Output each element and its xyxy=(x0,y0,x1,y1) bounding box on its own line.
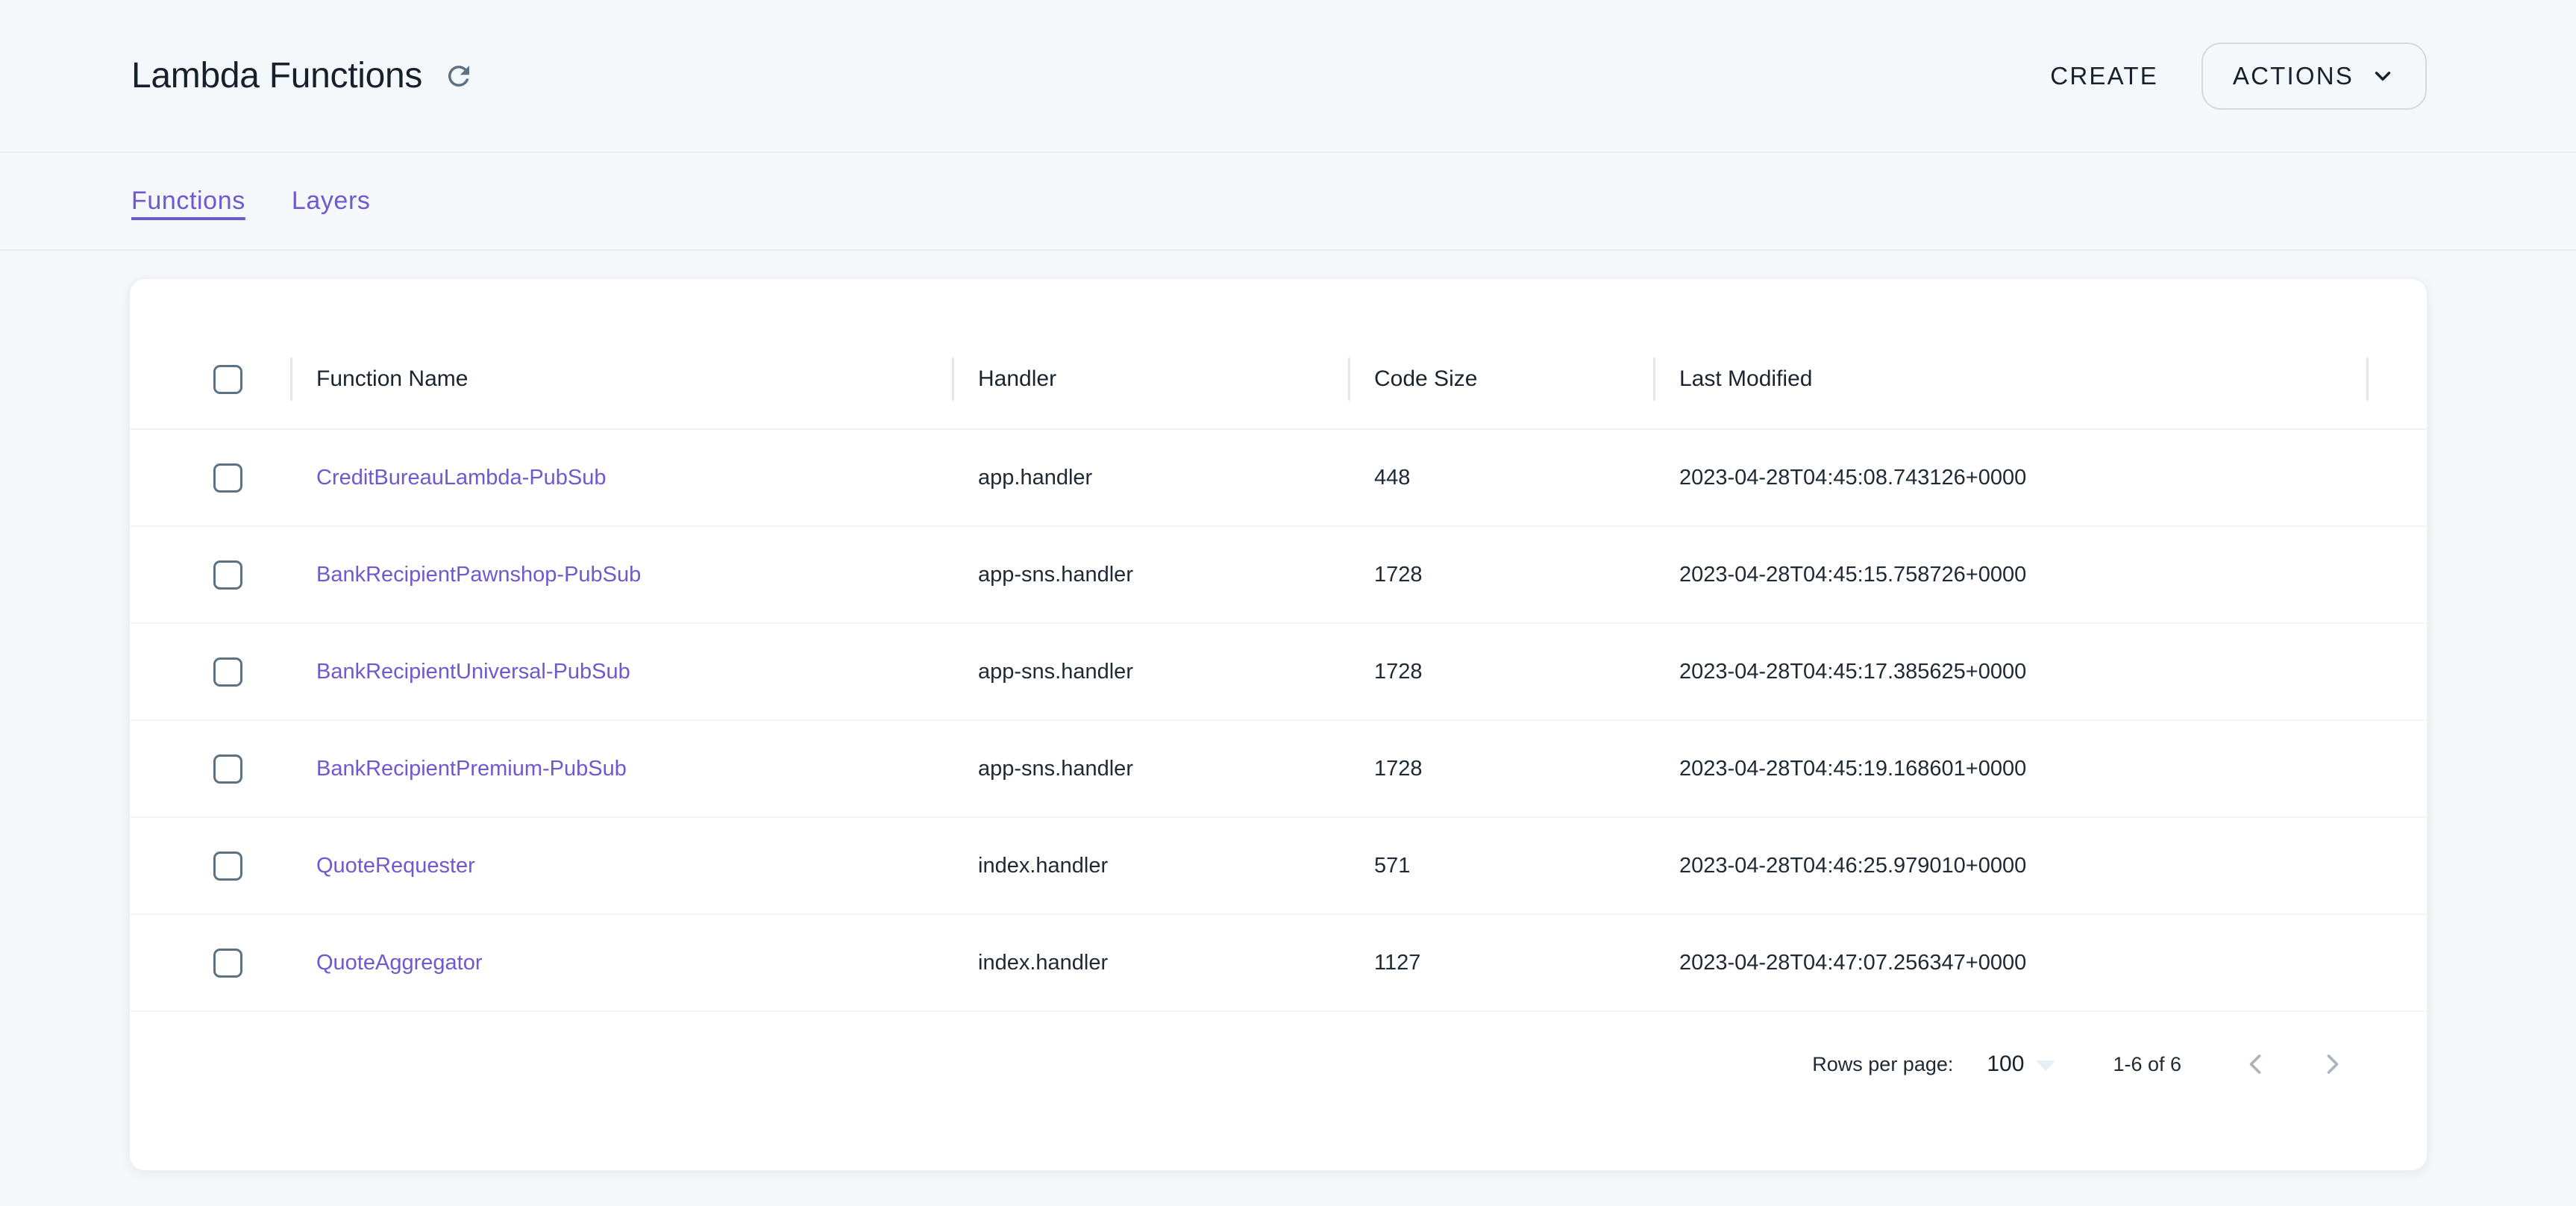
table-row: QuoteAggregator index.handler 1127 2023-… xyxy=(130,915,2427,1012)
cell-last-modified: 2023-04-28T04:47:07.256347+0000 xyxy=(1654,951,2367,975)
column-divider xyxy=(952,357,954,401)
function-name-link[interactable]: CreditBureauLambda-PubSub xyxy=(316,466,607,490)
column-header-code-size: Code Size xyxy=(1349,366,1654,392)
cell-handler: app-sns.handler xyxy=(953,660,1349,684)
tab-bar: Functions Layers xyxy=(0,153,2576,251)
header-checkbox-cell xyxy=(130,365,291,394)
select-all-checkbox[interactable] xyxy=(213,365,242,394)
actions-button-label: ACTIONS xyxy=(2233,62,2354,90)
functions-table-card: Function Name Handler Code Size Last Mod… xyxy=(128,278,2428,1172)
refresh-icon xyxy=(443,60,474,92)
row-checkbox[interactable] xyxy=(213,657,242,687)
row-checkbox[interactable] xyxy=(213,852,242,881)
table-row: BankRecipientPawnshop-PubSub app-sns.han… xyxy=(130,527,2427,624)
function-name-link[interactable]: BankRecipientUniversal-PubSub xyxy=(316,660,630,684)
cell-last-modified: 2023-04-28T04:46:25.979010+0000 xyxy=(1654,854,2367,878)
create-button[interactable]: CREATE xyxy=(2029,47,2179,105)
cell-handler: app-sns.handler xyxy=(953,563,1349,587)
cell-handler: index.handler xyxy=(953,854,1349,878)
function-name-link[interactable]: QuoteAggregator xyxy=(316,951,482,975)
cell-code-size: 571 xyxy=(1349,854,1654,878)
cell-code-size: 448 xyxy=(1349,466,1654,490)
table-pagination: Rows per page: 100 1-6 of 6 xyxy=(130,1012,2427,1116)
column-divider xyxy=(1653,357,1655,401)
table-row: BankRecipientUniversal-PubSub app-sns.ha… xyxy=(130,624,2427,721)
rows-per-page-label: Rows per page: xyxy=(1812,1053,1953,1076)
table-row: CreditBureauLambda-PubSub app.handler 44… xyxy=(130,430,2427,527)
actions-button[interactable]: ACTIONS xyxy=(2201,43,2427,110)
cell-last-modified: 2023-04-28T04:45:19.168601+0000 xyxy=(1654,757,2367,781)
pagination-range: 1-6 of 6 xyxy=(2113,1053,2181,1076)
cell-code-size: 1728 xyxy=(1349,757,1654,781)
column-divider xyxy=(2366,357,2369,401)
rows-per-page-value: 100 xyxy=(1987,1052,2024,1077)
cell-handler: app.handler xyxy=(953,466,1349,490)
row-checkbox[interactable] xyxy=(213,754,242,784)
column-header-function-name: Function Name xyxy=(291,366,953,392)
cell-handler: app-sns.handler xyxy=(953,757,1349,781)
main-content: Function Name Handler Code Size Last Mod… xyxy=(0,251,2576,1172)
function-name-link[interactable]: BankRecipientPremium-PubSub xyxy=(316,757,627,781)
table-header-row: Function Name Handler Code Size Last Mod… xyxy=(130,330,2427,430)
row-checkbox[interactable] xyxy=(213,463,242,493)
tab-layers[interactable]: Layers xyxy=(292,187,371,216)
chevron-left-icon xyxy=(2239,1048,2272,1081)
cell-last-modified: 2023-04-28T04:45:15.758726+0000 xyxy=(1654,563,2367,587)
next-page-button[interactable] xyxy=(2316,1048,2349,1081)
refresh-button[interactable] xyxy=(443,60,474,92)
page-header: Lambda Functions CREATE ACTIONS xyxy=(0,0,2576,153)
previous-page-button[interactable] xyxy=(2239,1048,2272,1081)
select-dropdown-arrow-icon xyxy=(2036,1060,2055,1071)
cell-last-modified: 2023-04-28T04:45:17.385625+0000 xyxy=(1654,660,2367,684)
table-row: QuoteRequester index.handler 571 2023-04… xyxy=(130,818,2427,915)
tab-functions[interactable]: Functions xyxy=(131,187,245,216)
chevron-right-icon xyxy=(2316,1048,2349,1081)
column-header-last-modified: Last Modified xyxy=(1654,366,2367,392)
column-header-handler: Handler xyxy=(953,366,1349,392)
function-name-link[interactable]: QuoteRequester xyxy=(316,854,475,878)
cell-handler: index.handler xyxy=(953,951,1349,975)
page-title: Lambda Functions xyxy=(131,55,422,96)
row-checkbox[interactable] xyxy=(213,949,242,978)
chevron-down-icon xyxy=(2370,63,2395,89)
cell-last-modified: 2023-04-28T04:45:08.743126+0000 xyxy=(1654,466,2367,490)
row-checkbox[interactable] xyxy=(213,560,242,590)
cell-code-size: 1728 xyxy=(1349,563,1654,587)
column-divider xyxy=(1348,357,1350,401)
rows-per-page-select[interactable]: 100 xyxy=(1987,1052,2055,1077)
cell-code-size: 1127 xyxy=(1349,951,1654,975)
column-divider xyxy=(290,357,292,401)
cell-code-size: 1728 xyxy=(1349,660,1654,684)
function-name-link[interactable]: BankRecipientPawnshop-PubSub xyxy=(316,563,641,587)
table-row: BankRecipientPremium-PubSub app-sns.hand… xyxy=(130,721,2427,818)
